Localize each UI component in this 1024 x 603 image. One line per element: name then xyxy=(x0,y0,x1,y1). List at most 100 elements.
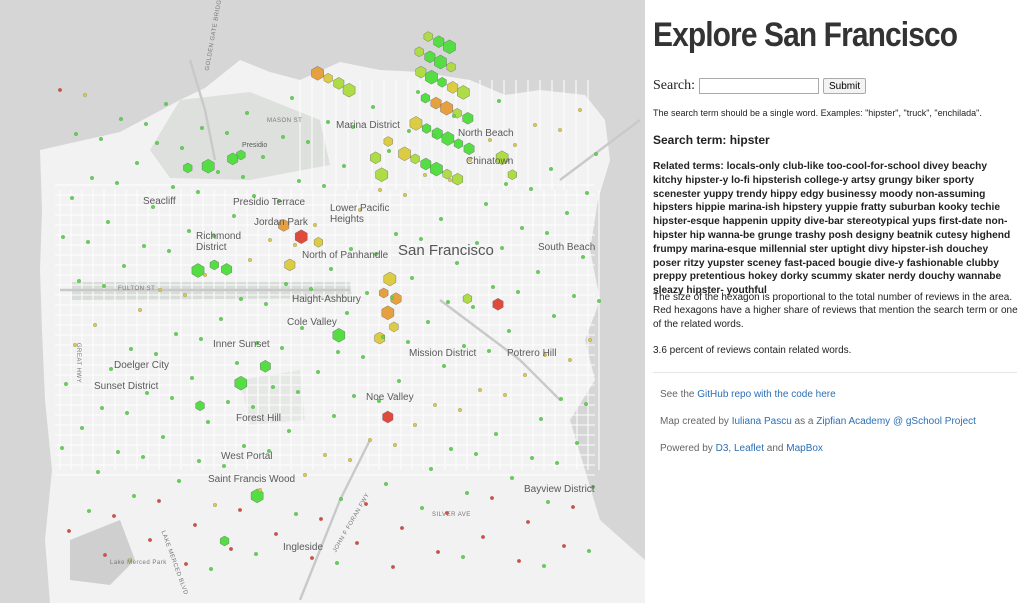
small-hexagon xyxy=(568,358,572,362)
small-hexagon xyxy=(491,285,495,289)
small-hexagon xyxy=(271,385,275,389)
search-label: Search: xyxy=(653,78,695,93)
small-hexagon xyxy=(294,512,298,516)
small-hexagon xyxy=(461,555,465,559)
small-hexagon xyxy=(58,88,62,92)
small-hexagon xyxy=(455,261,459,265)
small-hexagon xyxy=(406,340,410,344)
small-hexagon xyxy=(517,559,521,563)
small-hexagon xyxy=(125,411,129,415)
small-hexagon xyxy=(352,394,356,398)
small-hexagon xyxy=(306,140,310,144)
small-hexagon xyxy=(533,123,537,127)
neighborhood-label: Presidio Terrace xyxy=(233,197,306,208)
author-link[interactable]: Iuliana Pascu xyxy=(732,416,792,427)
small-hexagon xyxy=(213,503,217,507)
small-hexagon xyxy=(474,452,478,456)
small-hexagon xyxy=(449,447,453,451)
small-hexagon xyxy=(193,523,197,527)
small-hexagon xyxy=(284,282,288,286)
small-hexagon xyxy=(581,255,585,259)
small-hexagon xyxy=(378,188,382,192)
small-hexagon xyxy=(274,532,278,536)
small-hexagon xyxy=(323,453,327,457)
small-hexagon xyxy=(539,417,543,421)
small-hexagon xyxy=(585,191,589,195)
small-hexagon xyxy=(526,520,530,524)
small-hexagon xyxy=(348,458,352,462)
neighborhood-label: West Portal xyxy=(221,451,273,462)
street-label: MASON ST xyxy=(267,118,303,124)
small-hexagon xyxy=(180,146,184,150)
small-hexagon xyxy=(413,423,417,427)
leaflet-link[interactable]: Leaflet xyxy=(734,443,764,454)
small-hexagon xyxy=(572,294,576,298)
small-hexagon xyxy=(242,444,246,448)
street-label: SILVER AVE xyxy=(432,512,471,518)
small-hexagon xyxy=(558,128,562,132)
small-hexagon xyxy=(80,426,84,430)
small-hexagon xyxy=(587,549,591,553)
academy-link[interactable]: Zipfian Academy @ gSchool Project xyxy=(816,416,976,427)
small-hexagon xyxy=(436,550,440,554)
small-hexagon xyxy=(309,287,313,291)
small-hexagon xyxy=(157,499,161,503)
small-hexagon xyxy=(93,323,97,327)
repo-credit: See the GitHub repo with the code here xyxy=(660,389,836,400)
small-hexagon xyxy=(196,190,200,194)
small-hexagon xyxy=(513,143,517,147)
street-label: Lake Merced Park xyxy=(110,560,167,566)
small-hexagon xyxy=(119,117,123,121)
small-hexagon xyxy=(200,126,204,130)
small-hexagon xyxy=(87,509,91,513)
page-title: Explore San Francisco xyxy=(653,16,958,54)
small-hexagon xyxy=(597,299,601,303)
small-hexagon xyxy=(407,129,411,133)
github-repo-link[interactable]: GitHub repo with the code here xyxy=(697,389,835,400)
small-hexagon xyxy=(254,552,258,556)
search-form: Search: Submit xyxy=(653,78,867,94)
map[interactable]: San Francisco Marina District North Beac… xyxy=(0,0,645,603)
small-hexagon xyxy=(222,464,226,468)
search-input[interactable] xyxy=(698,78,819,94)
neighborhood-label: Lower Pacific Heights xyxy=(330,203,390,225)
city-label: San Francisco xyxy=(398,242,494,259)
small-hexagon xyxy=(190,376,194,380)
small-hexagon xyxy=(403,193,407,197)
small-hexagon xyxy=(116,450,120,454)
divider xyxy=(653,372,1017,373)
small-hexagon xyxy=(562,544,566,548)
small-hexagon xyxy=(226,400,230,404)
small-hexagon xyxy=(109,367,113,371)
search-term-heading: Search term: hipster xyxy=(653,133,770,147)
small-hexagon xyxy=(442,364,446,368)
neighborhood-label: Marina District xyxy=(336,120,400,131)
small-hexagon xyxy=(209,567,213,571)
description-line: Red hexagons have a higher share of revi… xyxy=(653,305,1018,330)
small-hexagon xyxy=(458,408,462,412)
d3-link[interactable]: D3 xyxy=(716,443,729,454)
neighborhood-label: Sunset District xyxy=(94,381,159,392)
small-hexagon xyxy=(510,476,514,480)
small-hexagon xyxy=(432,134,436,138)
small-hexagon xyxy=(390,296,394,300)
small-hexagon xyxy=(322,184,326,188)
small-hexagon xyxy=(74,132,78,136)
small-hexagon xyxy=(239,297,243,301)
small-hexagon xyxy=(481,535,485,539)
small-hexagon xyxy=(578,108,582,112)
neighborhood-label: Presidio xyxy=(242,142,268,149)
neighborhood-label: Saint Francis Wood xyxy=(208,474,296,485)
small-hexagon xyxy=(345,311,349,315)
small-hexagon xyxy=(154,352,158,356)
mapbox-link[interactable]: MapBox xyxy=(786,443,823,454)
small-hexagon xyxy=(184,562,188,566)
neighborhood-label: Ingleside xyxy=(283,542,324,553)
small-hexagon xyxy=(251,405,255,409)
submit-button[interactable]: Submit xyxy=(822,78,867,94)
small-hexagon xyxy=(290,96,294,100)
small-hexagon xyxy=(303,473,307,477)
small-hexagon xyxy=(90,176,94,180)
small-hexagon xyxy=(423,173,427,177)
small-hexagon xyxy=(245,111,249,115)
